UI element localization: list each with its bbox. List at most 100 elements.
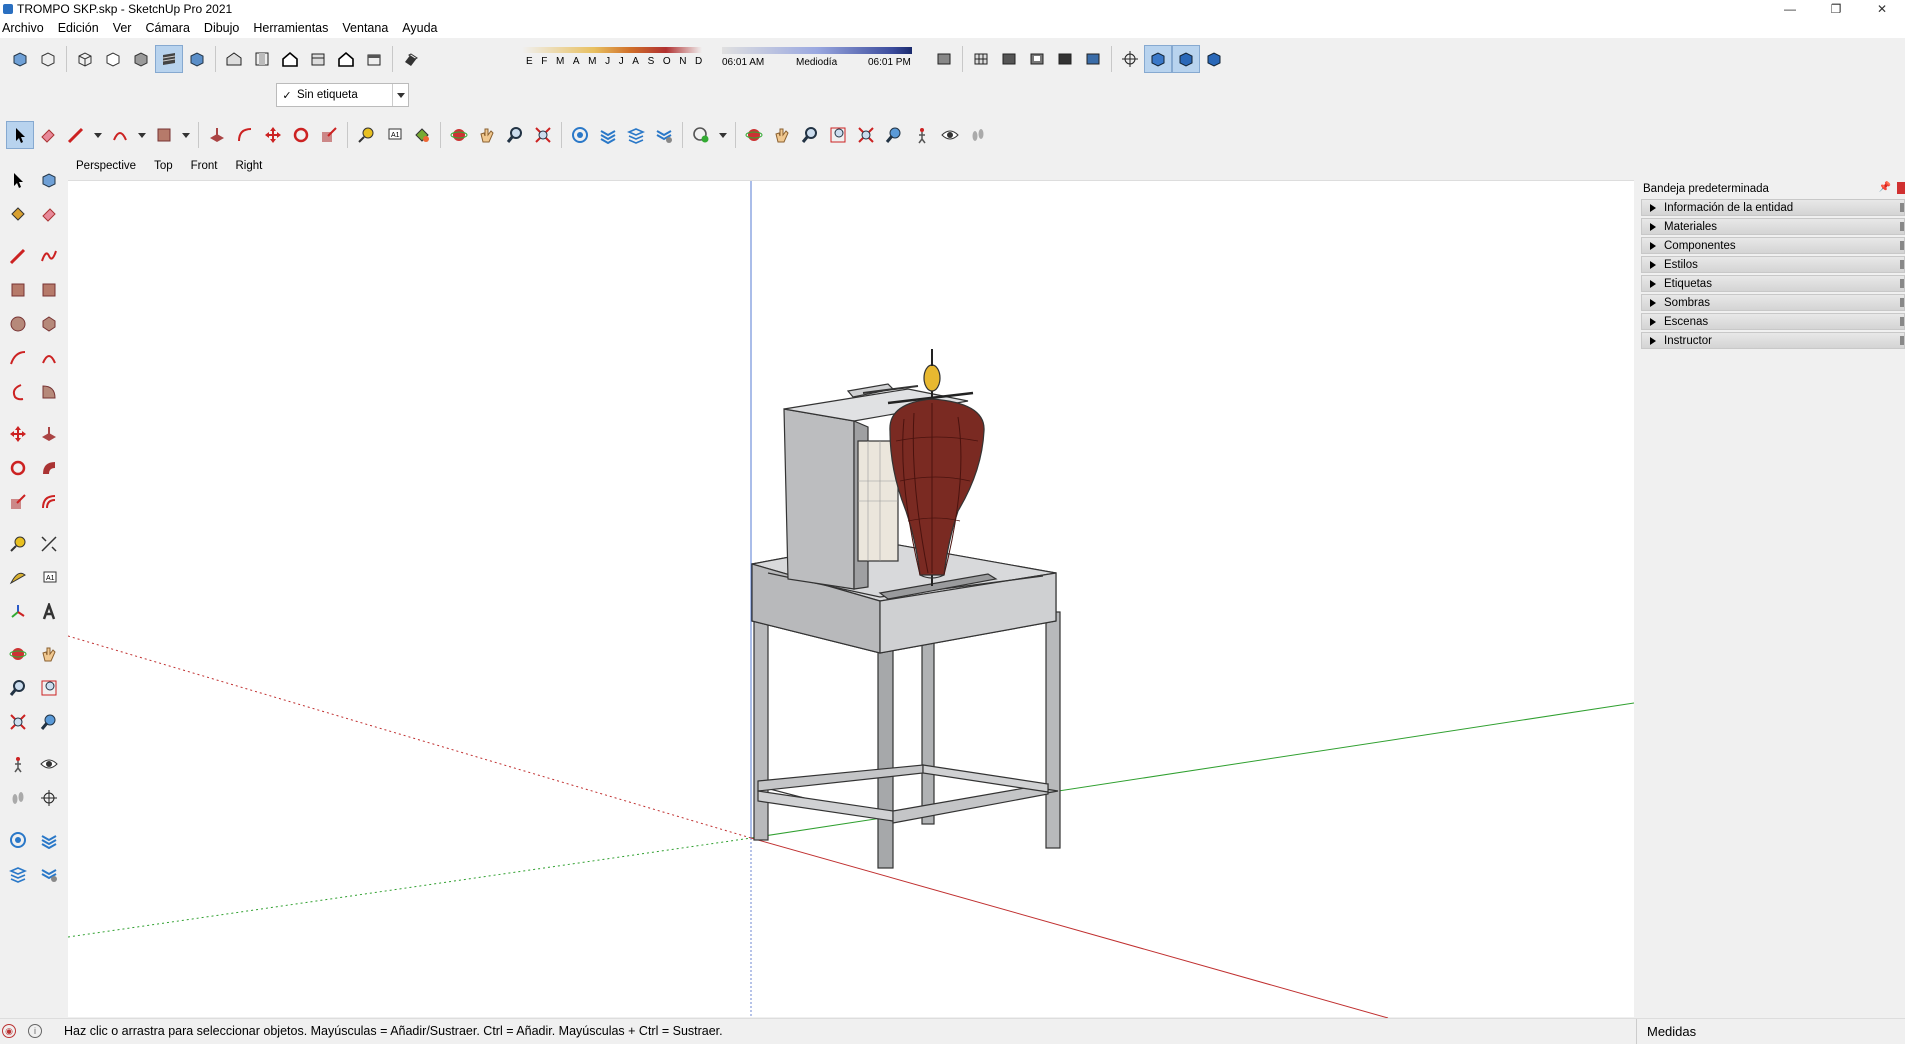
- subtract-button[interactable]: [1200, 45, 1228, 73]
- select-tool-button-left[interactable]: [2, 165, 33, 196]
- section-plane-button[interactable]: [33, 783, 64, 814]
- freehand-button[interactable]: [33, 241, 64, 272]
- orbit-button[interactable]: [445, 121, 473, 149]
- menu-dibujo[interactable]: Dibujo: [204, 21, 246, 35]
- zoom-extents-button-2[interactable]: [852, 121, 880, 149]
- rotated-rectangle-button[interactable]: [33, 275, 64, 306]
- select-tool-button[interactable]: [6, 121, 34, 149]
- rotate-button-left[interactable]: [2, 453, 33, 484]
- move-button[interactable]: [259, 121, 287, 149]
- push-pull-button-left[interactable]: [33, 419, 64, 450]
- drape-button[interactable]: [1051, 45, 1079, 73]
- menu-ayuda[interactable]: Ayuda: [402, 21, 444, 35]
- arc-button[interactable]: [2, 343, 33, 374]
- geo-location-icon[interactable]: ◉: [2, 1024, 16, 1038]
- arc-tool-button[interactable]: [106, 121, 134, 149]
- restore-button[interactable]: ❐: [1813, 0, 1859, 18]
- two-point-arc-button[interactable]: [33, 343, 64, 374]
- front-view-button[interactable]: [276, 45, 304, 73]
- shadows-toggle-button[interactable]: [397, 45, 425, 73]
- menu-camara[interactable]: Cámara: [145, 21, 196, 35]
- measurements-box[interactable]: Medidas: [1636, 1019, 1905, 1044]
- move-button-left[interactable]: [2, 419, 33, 450]
- previous-view-button[interactable]: [880, 121, 908, 149]
- eraser-tool-button[interactable]: [34, 121, 62, 149]
- back-view-button[interactable]: [332, 45, 360, 73]
- close-tray-icon[interactable]: [1897, 182, 1905, 194]
- line-button-left[interactable]: [2, 241, 33, 272]
- text-tool-button[interactable]: A1: [380, 121, 408, 149]
- panel-components[interactable]: Componentes: [1641, 237, 1905, 254]
- axes-button[interactable]: [2, 597, 33, 628]
- pan-button-left[interactable]: [33, 639, 64, 670]
- zoom-extents-button-left[interactable]: [2, 707, 33, 738]
- scene-tab-right[interactable]: Right: [227, 160, 270, 172]
- scene-tab-perspective[interactable]: Perspective: [68, 160, 144, 172]
- scene-tab-front[interactable]: Front: [183, 160, 226, 172]
- scale-button-left[interactable]: [2, 487, 33, 518]
- info-icon[interactable]: i: [28, 1024, 42, 1038]
- extension-warehouse-button-left[interactable]: [33, 825, 64, 856]
- union-button[interactable]: [1172, 45, 1200, 73]
- iso-view-button[interactable]: [220, 45, 248, 73]
- scale-button[interactable]: [315, 121, 343, 149]
- position-camera-button-2[interactable]: [908, 121, 936, 149]
- add-detail-button[interactable]: [1079, 45, 1107, 73]
- dimension-button[interactable]: [33, 529, 64, 560]
- three-point-arc-button[interactable]: [2, 377, 33, 408]
- zoom-window-button[interactable]: [824, 121, 852, 149]
- month-slider[interactable]: EFMAMJJASOND: [518, 46, 704, 72]
- right-view-button[interactable]: [304, 45, 332, 73]
- previous-view-button-left[interactable]: [33, 707, 64, 738]
- paint-bucket-button-left[interactable]: [2, 199, 33, 230]
- extension-warehouse-button[interactable]: [594, 121, 622, 149]
- zoom-button-left[interactable]: [2, 673, 33, 704]
- shape-dropdown-icon[interactable]: [182, 132, 190, 138]
- look-around-button-left[interactable]: [33, 749, 64, 780]
- extension-manager-button-left[interactable]: [33, 859, 64, 890]
- tag-selector[interactable]: ✓ Sin etiqueta: [276, 83, 409, 107]
- layout-send-button[interactable]: [622, 121, 650, 149]
- follow-me-button[interactable]: [33, 453, 64, 484]
- panel-entity-info[interactable]: Información de la entidad: [1641, 199, 1905, 216]
- line-tool-button[interactable]: [62, 121, 90, 149]
- shaded-button[interactable]: [127, 45, 155, 73]
- xray-button[interactable]: [6, 45, 34, 73]
- rotate-button[interactable]: [287, 121, 315, 149]
- close-button[interactable]: ✕: [1859, 0, 1905, 18]
- stamp-button[interactable]: [1023, 45, 1051, 73]
- paint-bucket-button[interactable]: [408, 121, 436, 149]
- account-button[interactable]: [687, 121, 715, 149]
- left-view-button[interactable]: [360, 45, 388, 73]
- zoom-window-button-left[interactable]: [33, 673, 64, 704]
- panel-styles[interactable]: Estilos: [1641, 256, 1905, 273]
- orbit-button-2[interactable]: [740, 121, 768, 149]
- zoom-button[interactable]: [501, 121, 529, 149]
- wireframe-button[interactable]: [71, 45, 99, 73]
- trompo-model[interactable]: [751, 349, 1061, 869]
- zoom-button-2[interactable]: [796, 121, 824, 149]
- look-around-button[interactable]: [936, 121, 964, 149]
- layout-send-button-left[interactable]: [2, 859, 33, 890]
- rectangle-button[interactable]: [2, 275, 33, 306]
- line-dropdown-icon[interactable]: [94, 132, 102, 138]
- walk-button-left[interactable]: [2, 783, 33, 814]
- time-slider[interactable]: 06:01 AM Mediodía 06:01 PM: [722, 46, 912, 72]
- extension-manager-button[interactable]: [650, 121, 678, 149]
- account-dropdown-icon[interactable]: [719, 132, 727, 138]
- circle-button[interactable]: [2, 309, 33, 340]
- position-camera-button-left[interactable]: [2, 749, 33, 780]
- panel-materials[interactable]: Materiales: [1641, 218, 1905, 235]
- 3d-text-button[interactable]: [33, 597, 64, 628]
- menu-edicion[interactable]: Edición: [58, 21, 106, 35]
- orbit-button-left[interactable]: [2, 639, 33, 670]
- sandbox-scratch-button[interactable]: [967, 45, 995, 73]
- make-component-button[interactable]: [33, 165, 64, 196]
- push-pull-button[interactable]: [203, 121, 231, 149]
- panel-tags[interactable]: Etiquetas: [1641, 275, 1905, 292]
- panel-scenes[interactable]: Escenas: [1641, 313, 1905, 330]
- shape-tool-button[interactable]: [150, 121, 178, 149]
- pan-button-2[interactable]: [768, 121, 796, 149]
- walk-button[interactable]: [964, 121, 992, 149]
- minimize-button[interactable]: —: [1767, 0, 1813, 18]
